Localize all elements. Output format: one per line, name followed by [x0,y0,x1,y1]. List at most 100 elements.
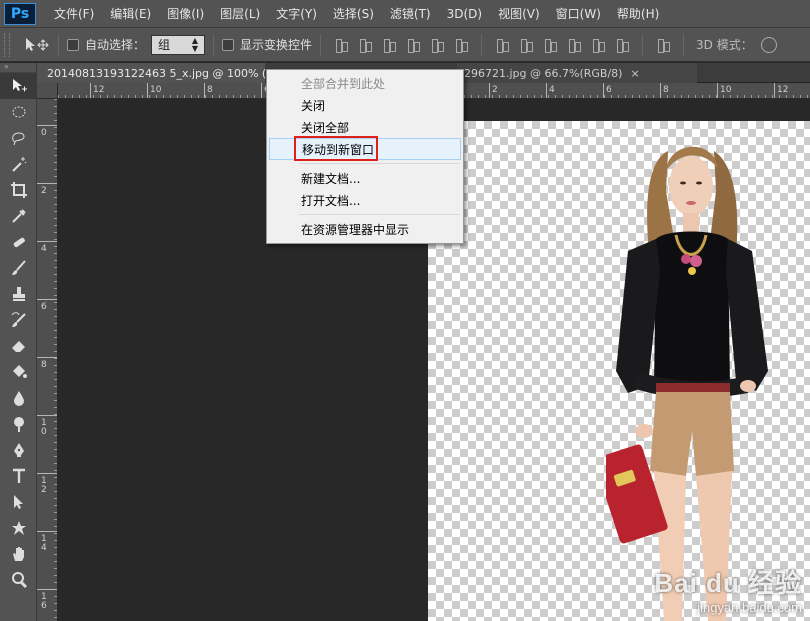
paint-bucket-tool-icon[interactable] [0,359,37,385]
ruler-vertical-ticks: 0246810121416 [37,99,57,618]
menu-item-close-all[interactable]: 关闭全部 [269,116,461,138]
hand-tool-icon[interactable] [0,541,37,567]
options-grip[interactable] [4,32,10,57]
stamp-tool-icon[interactable] [0,281,37,307]
brush-tool-icon[interactable] [0,255,37,281]
ruler-vertical-label: 4 [41,543,47,553]
tab-close-icon[interactable]: × [630,67,639,80]
ruler-horizontal-label: 10 [150,85,162,95]
align-left-icon[interactable] [406,38,421,53]
align-bottom-icon[interactable] [382,38,397,53]
crop-tool-icon[interactable] [0,177,37,203]
tab-document-1-title: 20140813193122463 5_x.jpg @ 100% (图层 [47,67,265,80]
menu-item-merge-all-here: 全部合并到此处 [301,76,386,91]
auto-select-target-dropdown[interactable]: 组 ▲ ▼ [151,34,206,55]
distribute-hcenter-icon[interactable] [591,38,606,53]
ruler-vertical-label: 6 [41,302,47,312]
magic-wand-tool-icon[interactable] [0,151,37,177]
menu-view[interactable]: 视图(V) [490,0,548,28]
3d-rotate-icon[interactable] [760,36,777,53]
pen-tool-icon[interactable] [0,437,37,463]
tab-context-menu: 全部合并到此处 关闭 关闭全部 移动到新窗口 新建文档... 打开文档... 在… [266,69,464,244]
ps-logo: Ps [4,2,36,25]
align-right-icon[interactable] [454,38,469,53]
eyedropper-tool-icon[interactable] [0,203,37,229]
options-separator [58,33,59,56]
tool-preset-picker[interactable] [24,37,50,53]
menu-separator [299,214,459,215]
auto-align-icon[interactable] [656,38,671,53]
baidu-watermark: Bai du 经验 jingyan.baidu.com [654,563,802,615]
menu-item-move-to-new-window[interactable]: 移动到新窗口 [269,138,461,160]
ruler-vertical-label: 8 [41,360,47,370]
menu-bar: Ps 文件(F) 编辑(E) 图像(I) 图层(L) 文字(Y) 选择(S) 滤… [0,0,810,28]
menu-layer[interactable]: 图层(L) [212,0,268,28]
dodge-tool-icon[interactable] [0,411,37,437]
eraser-tool-icon[interactable] [0,333,37,359]
distribute-left-icon[interactable] [567,38,582,53]
ruler-horizontal-label: 10 [720,85,732,95]
options-bar: 自动选择： 组 ▲ ▼ 显示变换控件 3D 模式： [0,28,810,62]
menu-select[interactable]: 选择(S) [325,0,382,28]
move-tool-preset-icon [26,37,49,51]
history-brush-tool-icon[interactable] [0,307,37,333]
dropdown-arrows-icon: ▲ ▼ [191,35,199,53]
shape-tool-icon[interactable] [0,515,37,541]
show-transform-checkbox[interactable] [222,38,235,51]
auto-select-label: 自动选择： [85,38,146,52]
blur-tool-icon[interactable] [0,385,37,411]
menu-image[interactable]: 图像(I) [159,0,212,28]
menu-item-show-in-explorer[interactable]: 在资源管理器中显示 [269,218,461,240]
zoom-tool-icon[interactable] [0,567,37,593]
menu-edit[interactable]: 编辑(E) [102,0,159,28]
menu-item-open-document[interactable]: 打开文档... [269,189,461,211]
menu-item-new-document[interactable]: 新建文档... [269,167,461,189]
healing-brush-tool-icon[interactable] [0,229,37,255]
watermark-url: jingyan.baidu.com [697,600,802,615]
menu-3d[interactable]: 3D(D) [439,0,490,28]
distribute-vcenter-icon[interactable] [519,38,534,53]
ruler-horizontal-label: 12 [93,85,104,95]
menu-type[interactable]: 文字(Y) [268,0,325,28]
distribute-right-icon[interactable] [615,38,630,53]
ruler-corner[interactable] [37,83,58,99]
lasso-tool-icon[interactable] [0,125,37,151]
menu-filter[interactable]: 滤镜(T) [382,0,439,28]
align-top-icon[interactable] [334,38,349,53]
3d-mode-label: 3D 模式： [696,38,753,52]
marquee-tool-icon[interactable] [0,99,37,125]
menu-window[interactable]: 窗口(W) [548,0,609,28]
options-separator [213,33,215,56]
toolbox: » [0,63,37,621]
distribute-top-icon[interactable] [495,38,510,53]
menu-help[interactable]: 帮助(H) [609,0,667,28]
ruler-horizontal-label: 4 [549,85,555,95]
watermark-brand: Bai du 经验 [654,568,802,598]
menu-item-close[interactable]: 关闭 [269,94,461,116]
ruler-vertical-label: 6 [41,601,47,611]
menu-file[interactable]: 文件(F) [46,0,102,28]
tab-document-2[interactable]: 6296721.jpg @ 66.7%(RGB/8) × [457,63,697,83]
type-tool-icon[interactable] [0,463,37,489]
align-vcenter-icon[interactable] [358,38,373,53]
show-transform-label: 显示变换控件 [240,38,313,52]
photoshop-window: Ps 文件(F) 编辑(E) 图像(I) 图层(L) 文字(Y) 选择(S) 滤… [0,0,810,621]
ruler-vertical[interactable]: 0246810121416 [37,99,58,621]
pasteboard [428,99,810,121]
auto-select-target-value: 组 [158,38,171,52]
tab-document-1[interactable]: 20140813193122463 5_x.jpg @ 100% (图层 [37,63,265,83]
path-selection-tool-icon[interactable] [0,489,37,515]
align-hcenter-icon[interactable] [430,38,445,53]
ruler-horizontal-label: 12 [777,85,788,95]
ruler-vertical-label: 4 [41,244,47,254]
ruler-vertical-label: 0 [41,427,47,437]
tab-document-2-title: 6296721.jpg @ 66.7%(RGB/8) [457,66,623,80]
distribute-bottom-icon[interactable] [543,38,558,53]
ruler-vertical-label: 0 [41,128,47,138]
ruler-vertical-label: 2 [41,485,47,495]
toolbox-collapse-icon[interactable]: » [0,63,36,73]
auto-select-checkbox[interactable] [67,38,79,51]
move-tool-icon[interactable] [0,73,37,99]
ruler-horizontal-label: 6 [606,85,612,95]
options-separator [683,33,685,56]
